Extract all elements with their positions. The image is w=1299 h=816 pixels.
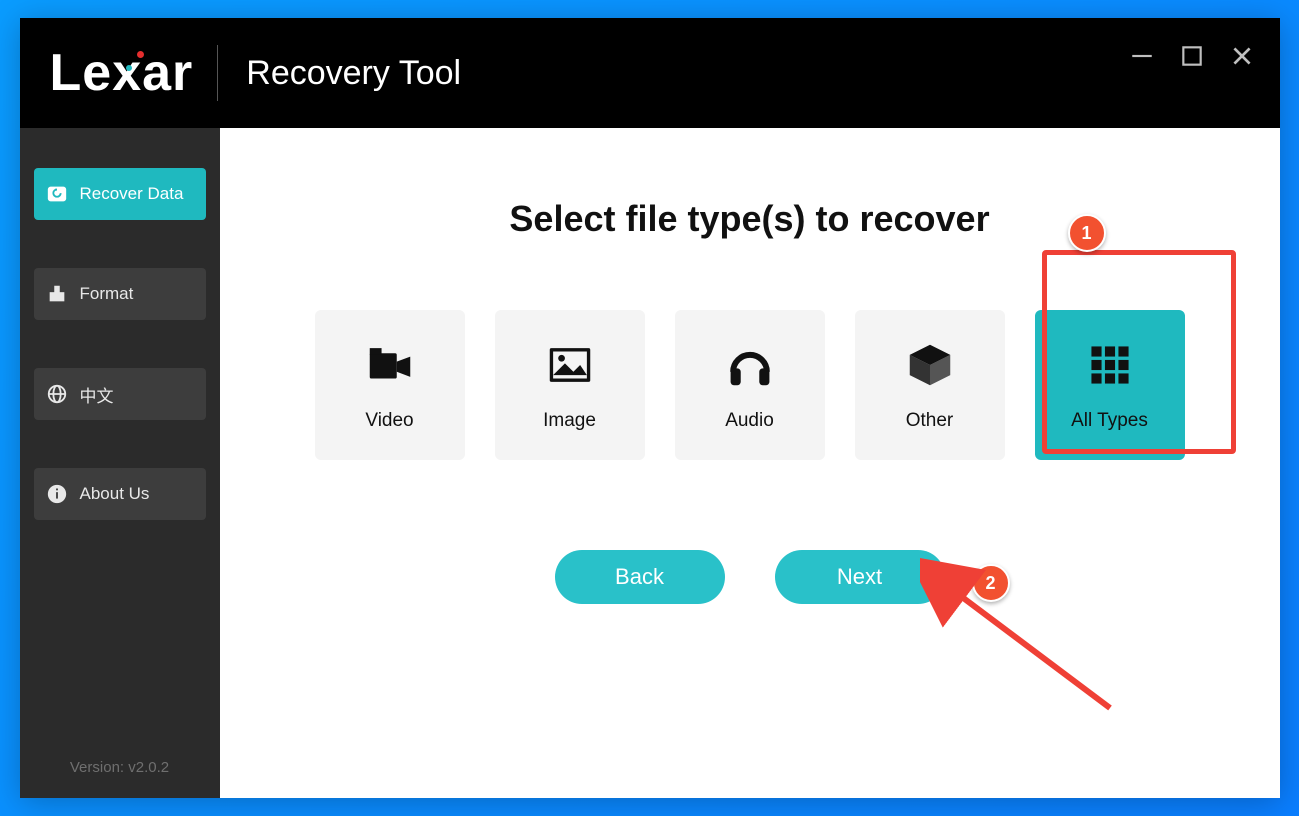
tile-label: Image	[543, 410, 596, 432]
tile-label: Video	[365, 410, 413, 432]
page-heading: Select file type(s) to recover	[280, 198, 1220, 240]
image-icon	[543, 338, 597, 392]
sidebar-item-format[interactable]: Format	[34, 268, 206, 320]
sidebar-item-label: About Us	[80, 484, 150, 504]
format-icon	[46, 283, 68, 305]
action-buttons: Back Next	[280, 550, 1220, 604]
tile-video[interactable]: Video	[315, 310, 465, 460]
maximize-button[interactable]	[1178, 42, 1206, 70]
tile-all-types[interactable]: All Types	[1035, 310, 1185, 460]
brand-logo: Lexar	[50, 43, 194, 103]
tile-other[interactable]: Other	[855, 310, 1005, 460]
sidebar: Recover Data Format 中文 About Us Ve	[20, 128, 220, 798]
sidebar-item-language[interactable]: 中文	[34, 368, 206, 420]
sidebar-item-label: Format	[80, 284, 134, 304]
tile-label: All Types	[1071, 410, 1148, 432]
video-icon	[363, 338, 417, 392]
box-icon	[903, 338, 957, 392]
sidebar-item-about[interactable]: About Us	[34, 468, 206, 520]
title-separator	[217, 45, 218, 101]
grid-icon	[1083, 338, 1137, 392]
sidebar-item-label: Recover Data	[80, 184, 184, 204]
tile-label: Other	[906, 410, 954, 432]
app-window: Lexar Recovery Tool Recover Data	[20, 18, 1280, 798]
tile-label: Audio	[725, 410, 774, 432]
window-controls	[1128, 42, 1256, 70]
titlebar: Lexar Recovery Tool	[20, 18, 1280, 128]
audio-icon	[723, 338, 777, 392]
main-panel: Select file type(s) to recover Video Ima…	[220, 128, 1280, 798]
sidebar-item-recover-data[interactable]: Recover Data	[34, 168, 206, 220]
version-label: Version: v2.0.2	[20, 759, 220, 776]
next-button[interactable]: Next	[775, 550, 945, 604]
close-button[interactable]	[1228, 42, 1256, 70]
globe-icon	[46, 383, 68, 405]
tile-image[interactable]: Image	[495, 310, 645, 460]
app-title: Recovery Tool	[246, 54, 461, 93]
back-button[interactable]: Back	[555, 550, 725, 604]
info-icon	[46, 483, 68, 505]
tile-audio[interactable]: Audio	[675, 310, 825, 460]
minimize-button[interactable]	[1128, 42, 1156, 70]
sidebar-item-label: 中文	[80, 382, 114, 407]
file-type-tiles: Video Image Audio	[280, 310, 1220, 460]
recover-icon	[46, 183, 68, 205]
